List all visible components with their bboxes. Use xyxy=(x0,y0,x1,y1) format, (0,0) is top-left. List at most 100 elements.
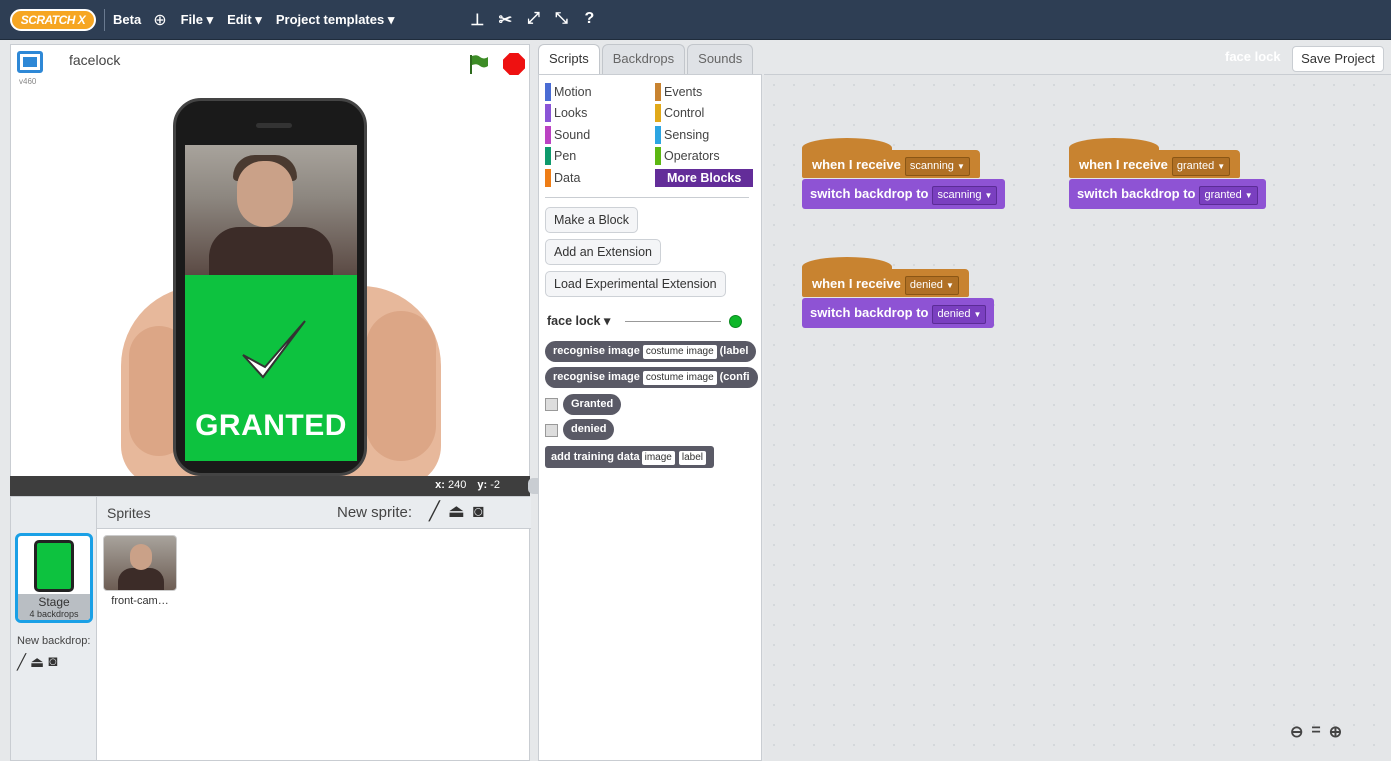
category-data[interactable]: Data xyxy=(545,169,580,187)
camera-photo xyxy=(185,145,357,287)
category-looks[interactable]: Looks xyxy=(545,104,587,122)
denied-reporter-block[interactable]: denied xyxy=(563,419,615,440)
green-flag-icon[interactable] xyxy=(467,53,489,75)
category-control[interactable]: Control xyxy=(655,104,704,122)
sprite-tile[interactable]: front-cam… xyxy=(103,535,177,611)
stamp-icon[interactable]: ⊥ xyxy=(468,10,486,30)
save-project-button[interactable]: Save Project xyxy=(1292,46,1384,72)
editor-tabs: Scripts Backdrops Sounds xyxy=(538,44,754,74)
backdrop-dropdown[interactable]: denied ▼ xyxy=(932,305,987,324)
zoom-in-icon[interactable]: ⊕ xyxy=(1329,722,1342,742)
fullscreen-icon[interactable] xyxy=(17,51,43,73)
recognise-image-confidence-block[interactable]: recognise image costume image (confi xyxy=(545,367,758,388)
edit-menu[interactable]: Edit ▾ xyxy=(227,12,262,28)
palette-divider xyxy=(545,197,749,198)
sprites-panel: Stage 4 backdrops New backdrop: ╱ ⏏ ◙ Sp… xyxy=(10,496,531,761)
chevron-down-icon: ▼ xyxy=(1217,162,1226,171)
block-text: recognise image xyxy=(553,371,640,383)
paintbrush-icon[interactable]: ╱ xyxy=(17,653,26,671)
person-face xyxy=(237,161,293,227)
file-menu[interactable]: File ▾ xyxy=(181,12,214,28)
make-a-block-button[interactable]: Make a Block xyxy=(545,207,639,233)
x-value: 240 xyxy=(447,479,467,491)
dropdown-value: denied xyxy=(937,308,971,320)
switch-backdrop-scanning-block[interactable]: switch backdrop to scanning ▼ xyxy=(802,179,1006,209)
zoom-controls: ⊖ = ⊕ xyxy=(1290,722,1342,742)
zoom-reset-icon[interactable]: = xyxy=(1311,722,1320,742)
block-text: (label xyxy=(719,345,749,357)
paintbrush-icon[interactable]: ╱ xyxy=(429,501,440,522)
checkmark-icon xyxy=(242,320,306,379)
block-text: switch backdrop to xyxy=(1077,186,1196,201)
add-training-data-block[interactable]: add training data image label xyxy=(545,446,715,468)
stage-thumbnail-image xyxy=(34,540,74,592)
grow-icon[interactable]: ⤢ xyxy=(524,10,542,30)
block-text: when I receive xyxy=(812,276,901,291)
add-extension-button[interactable]: Add an Extension xyxy=(545,239,661,265)
chevron-down-icon: ▼ xyxy=(1244,191,1253,200)
tab-scripts[interactable]: Scripts xyxy=(538,44,600,74)
backdrop-dropdown[interactable]: scanning ▼ xyxy=(932,186,998,205)
cut-icon[interactable]: ✂ xyxy=(496,10,514,30)
help-icon[interactable]: ? xyxy=(580,10,598,30)
project-title[interactable]: facelock xyxy=(69,52,120,68)
zoom-out-icon[interactable]: ⊖ xyxy=(1290,722,1303,742)
menu-bar: SCRATCH X Beta ⊕ File ▾ Edit ▾ Project t… xyxy=(0,0,1391,40)
sprite-thumbnail-body xyxy=(118,568,164,590)
message-dropdown[interactable]: granted ▼ xyxy=(1171,157,1231,176)
when-i-receive-denied-block[interactable]: when I receive denied ▼ xyxy=(802,257,969,297)
camera-icon[interactable]: ◙ xyxy=(48,653,57,671)
extension-name[interactable]: face lock ▾ xyxy=(547,313,610,328)
new-sprite-label: New sprite: xyxy=(337,504,413,521)
message-dropdown[interactable]: scanning ▼ xyxy=(904,157,970,176)
globe-icon[interactable]: ⊕ xyxy=(153,10,166,30)
block-slot[interactable]: costume image xyxy=(642,371,717,385)
project-templates-menu[interactable]: Project templates ▾ xyxy=(276,12,395,28)
category-sound[interactable]: Sound xyxy=(545,126,590,144)
collapse-handle[interactable] xyxy=(528,478,538,494)
block-slot[interactable]: label xyxy=(678,451,707,465)
phone-speaker xyxy=(256,123,292,128)
extension-header: face lock ▾ xyxy=(545,311,749,331)
x-label: x: xyxy=(435,479,445,491)
tab-backdrops[interactable]: Backdrops xyxy=(601,44,686,74)
menu-divider xyxy=(104,8,105,31)
message-dropdown[interactable]: denied ▼ xyxy=(904,276,959,295)
backdrop-dropdown[interactable]: granted ▼ xyxy=(1199,186,1258,205)
chevron-down-icon: ▼ xyxy=(984,191,993,200)
block-slot[interactable]: image xyxy=(641,451,675,465)
phone-screen: GRANTED xyxy=(185,145,357,461)
granted-text: GRANTED xyxy=(195,409,347,442)
new-backdrop-label: New backdrop: xyxy=(17,635,91,647)
upload-icon[interactable]: ⏏ xyxy=(448,501,465,522)
stop-icon[interactable] xyxy=(503,53,525,75)
upload-icon[interactable]: ⏏ xyxy=(30,653,44,671)
extension-divider xyxy=(625,321,721,322)
recognise-image-label-block[interactable]: recognise image costume image (label xyxy=(545,341,757,362)
sprites-title: Sprites xyxy=(107,505,151,521)
category-motion[interactable]: Motion xyxy=(545,83,592,101)
category-more-blocks[interactable]: More Blocks xyxy=(655,169,753,187)
granted-reporter-block[interactable]: Granted xyxy=(563,394,622,415)
camera-icon[interactable]: ◙ xyxy=(473,501,484,522)
scratchx-logo[interactable]: SCRATCH X xyxy=(10,8,96,31)
shrink-icon[interactable]: ⤡ xyxy=(552,10,570,30)
stage-name: Stage xyxy=(38,595,70,609)
load-experimental-extension-button[interactable]: Load Experimental Extension xyxy=(545,271,726,297)
switch-backdrop-denied-block[interactable]: switch backdrop to denied ▼ xyxy=(802,298,995,328)
category-sensing[interactable]: Sensing xyxy=(655,126,709,144)
switch-backdrop-granted-block[interactable]: switch backdrop to granted ▼ xyxy=(1069,179,1266,209)
category-events[interactable]: Events xyxy=(655,83,702,101)
when-i-receive-granted-block[interactable]: when I receive granted ▼ xyxy=(1069,138,1241,178)
stage-canvas[interactable]: GRANTED xyxy=(10,86,530,476)
tab-sounds[interactable]: Sounds xyxy=(687,44,754,74)
stage-thumbnail[interactable]: Stage 4 backdrops xyxy=(15,533,93,623)
granted-checkbox[interactable] xyxy=(545,398,558,411)
category-pen[interactable]: Pen xyxy=(545,147,576,165)
y-label: y: xyxy=(477,479,488,491)
denied-checkbox[interactable] xyxy=(545,424,558,437)
category-operators[interactable]: Operators xyxy=(655,147,720,165)
dropdown-value: scanning xyxy=(909,160,954,172)
when-i-receive-scanning-block[interactable]: when I receive scanning ▼ xyxy=(802,138,980,178)
block-slot[interactable]: costume image xyxy=(642,345,717,359)
